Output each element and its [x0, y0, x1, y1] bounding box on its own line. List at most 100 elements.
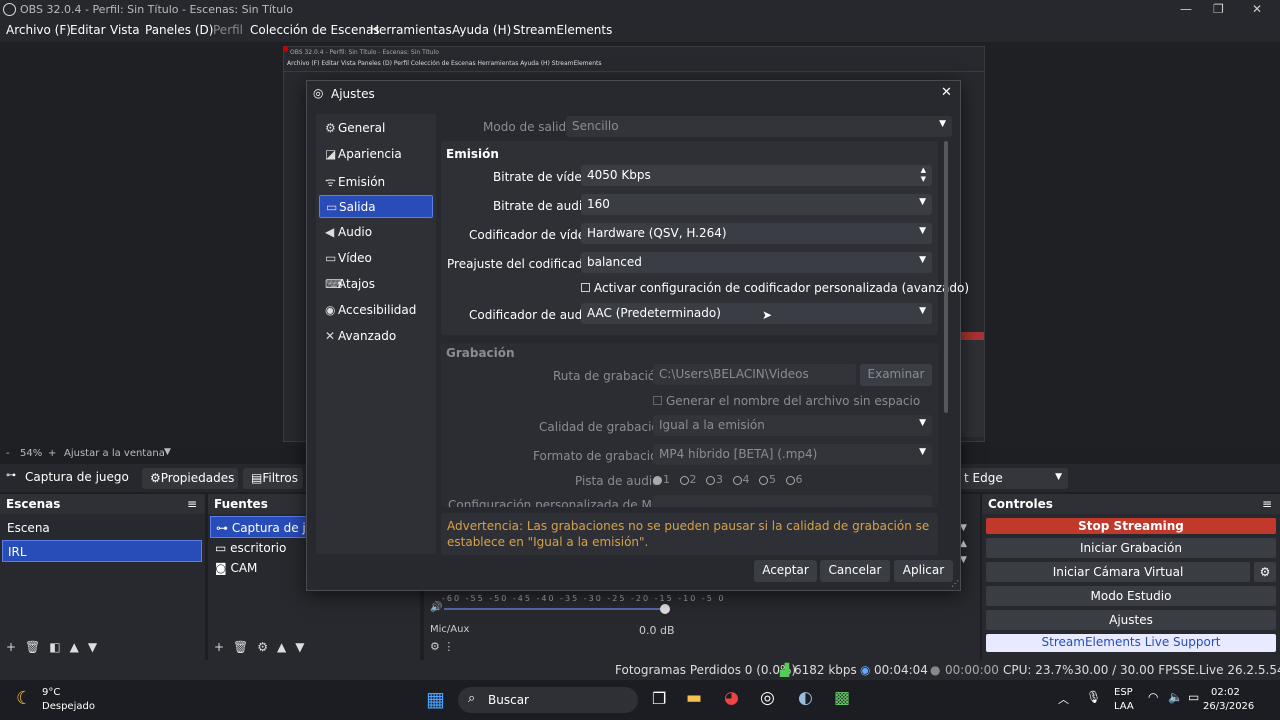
properties-button[interactable]: ⚙Propiedades	[142, 468, 238, 489]
stop-streaming-button[interactable]: Stop Streaming	[986, 518, 1276, 534]
scrollbar-thumb[interactable]	[944, 141, 948, 413]
menu-streamelements[interactable]: StreamElements	[513, 23, 612, 37]
radio-icon[interactable]	[785, 475, 795, 485]
start-recording-button[interactable]: Iniciar Grabación	[986, 538, 1276, 558]
menu-ayuda[interactable]: Ayuda (H)	[452, 23, 511, 37]
rec-quality-select[interactable]: Igual a la emisión ▼	[653, 415, 932, 436]
nav-accesibilidad[interactable]: ◉ Accesibilidad	[319, 299, 433, 322]
dock-menu-icon[interactable]: ≡	[187, 497, 197, 511]
menu-bar: Archivo (F) Editar Vista Paneles (D) Per…	[0, 20, 1280, 42]
menu-herramientas[interactable]: Herramientas	[370, 23, 452, 37]
volume-icon[interactable]: 🔈	[1168, 690, 1183, 704]
live-support-button[interactable]: StreamElements Live Support	[986, 634, 1276, 652]
nav-avanzado[interactable]: ✕ Avanzado	[319, 325, 433, 348]
folder-icon[interactable]: ▬	[686, 688, 702, 708]
menu-vista[interactable]: Vista	[110, 23, 140, 37]
custom-encoder-checkbox[interactable]: Activar configuración de codificador per…	[581, 281, 969, 295]
audio-bitrate-select[interactable]: 160 ▼	[581, 194, 932, 215]
radio-icon[interactable]	[759, 475, 768, 485]
volume-slider[interactable]	[444, 608, 666, 610]
nav-salida[interactable]: ▭ Salida	[319, 195, 433, 218]
cancel-button[interactable]: Cancelar	[820, 560, 890, 582]
inner-title: OBS 32.0.4 - Perfil: Sin Título - Escena…	[290, 49, 439, 56]
studio-mode-button[interactable]: Modo Estudio	[986, 586, 1276, 606]
radio-icon[interactable]	[679, 475, 689, 485]
preset-select[interactable]: balanced ▼	[581, 252, 932, 273]
tray-chevron-icon[interactable]: ︿	[1058, 691, 1069, 707]
dock-menu-icon[interactable]: ≡	[1262, 497, 1272, 511]
nav-general[interactable]: ⚙ General	[319, 117, 433, 140]
wifi-icon[interactable]: ◠	[1148, 690, 1158, 704]
source-item[interactable]: ◙ CAM	[210, 557, 262, 579]
radio-icon[interactable]	[706, 475, 715, 485]
scene-item-selected[interactable]: IRL	[2, 540, 202, 562]
virtual-camera-button[interactable]: Iniciar Cámara Virtual	[986, 562, 1250, 582]
spin-arrows-icon[interactable]: ▲ ▼	[921, 166, 926, 184]
apply-button[interactable]: Aplicar	[894, 560, 953, 582]
chevron-down-icon[interactable]: ▼	[164, 447, 171, 457]
scene-item[interactable]: Escena	[2, 517, 202, 539]
fit-window-select[interactable]: Ajustar a la ventana	[64, 448, 165, 459]
device-select[interactable]: t Edge ▼	[956, 468, 1068, 489]
lang-layout[interactable]: LAA	[1114, 701, 1134, 712]
menu-paneles[interactable]: Paneles (D)	[145, 23, 213, 37]
virtual-camera-settings-icon[interactable]: ⚙	[1254, 562, 1276, 582]
close-window-icon[interactable]: ✕	[1252, 2, 1262, 16]
speaker-icon[interactable]: 🔊	[430, 602, 442, 613]
stream-time: 00:04:04	[874, 663, 928, 677]
microphone-icon[interactable]: 🎙	[1086, 690, 1101, 704]
muxer-field[interactable]	[653, 495, 932, 507]
video-encoder-select[interactable]: Hardware (QSV, H.264) ▼	[581, 223, 932, 244]
filters-button[interactable]: ▤Filtros	[243, 468, 303, 489]
volume-handle[interactable]	[660, 604, 670, 614]
radio-icon[interactable]	[732, 475, 742, 485]
nav-emision[interactable]: ᯤ Emisión	[319, 169, 433, 192]
close-icon[interactable]: ✕	[941, 85, 952, 100]
nav-atajos[interactable]: ⌨Atajos	[319, 273, 433, 296]
minimize-icon[interactable]: —	[1180, 2, 1192, 16]
search-box[interactable]: ⌕ Buscar	[458, 687, 638, 713]
obs-taskbar-icon[interactable]: ◎	[760, 688, 775, 708]
video-bitrate-spinbox[interactable]: 4050 Kbps ▲ ▼	[581, 165, 932, 186]
rec-format-select[interactable]: MP4 híbrido [BETA] (.mp4) ▼	[653, 444, 932, 465]
dialog-title: Ajustes	[331, 87, 375, 101]
zoom-out-button[interactable]: -	[6, 448, 10, 459]
video-bitrate-value: 4050 Kbps	[587, 168, 651, 182]
settings-button[interactable]: Ajustes	[986, 610, 1276, 630]
mixer-scroll-arrows[interactable]: ▼ ▲ ▼	[960, 520, 967, 568]
audio-encoder-select[interactable]: AAC (Predeterminado) ▼	[581, 303, 932, 324]
nospace-checkbox[interactable]: Generar el nombre del archivo sin espaci…	[653, 394, 920, 408]
output-mode-select[interactable]: Sencillo ▼	[566, 116, 952, 137]
maximize-icon[interactable]: ❐	[1213, 2, 1224, 16]
mixer-tick: -20	[631, 594, 651, 603]
source-item-selected[interactable]: ⊶ Captura de juego	[210, 516, 310, 538]
mixer-settings-icon[interactable]: ⚙ ⋮	[430, 640, 454, 653]
source-item[interactable]: ▭ escritorio	[210, 537, 291, 559]
clock-time[interactable]: 02:02	[1211, 687, 1240, 698]
clock-date[interactable]: 26/3/2026	[1203, 701, 1254, 712]
audio-track-radios[interactable]: 1 2 3 4 5 6	[647, 473, 803, 486]
lang-code[interactable]: ESP	[1114, 687, 1133, 698]
zoom-in-button[interactable]: +	[48, 448, 56, 459]
sources-toolbar[interactable]: +🗑⚙▲▼	[214, 640, 314, 654]
accept-button[interactable]: Aceptar	[754, 560, 817, 582]
nav-video[interactable]: ▭ Vídeo	[319, 247, 433, 270]
radio-icon[interactable]	[653, 475, 662, 485]
source-label: Captura de juego	[231, 521, 309, 535]
menu-archivo[interactable]: Archivo (F)	[6, 23, 71, 37]
app-icon[interactable]: ▩	[834, 688, 850, 708]
browse-button[interactable]: Examinar	[860, 364, 932, 386]
task-view-icon[interactable]: ❐	[652, 689, 666, 708]
menu-editar[interactable]: Editar	[70, 23, 106, 37]
battery-icon[interactable]: ▭	[1188, 690, 1199, 704]
chrome-icon[interactable]: ◕	[724, 688, 739, 708]
nav-apariencia[interactable]: ◪ Apariencia	[319, 143, 433, 166]
menu-perfil[interactable]: Perfil	[213, 23, 243, 37]
rec-path-field[interactable]: C:\Users\BELACIN\Videos	[653, 364, 856, 385]
menu-escenas[interactable]: Colección de Escenas	[250, 23, 380, 37]
scenes-toolbar[interactable]: +🗑◧▲▼	[6, 640, 106, 654]
resize-grip-icon[interactable]: ⋰	[951, 579, 959, 588]
windows-start-icon[interactable]: ▦	[426, 687, 445, 711]
steam-icon[interactable]: ◐	[798, 688, 813, 708]
nav-audio[interactable]: ◀ Audio	[319, 221, 433, 244]
